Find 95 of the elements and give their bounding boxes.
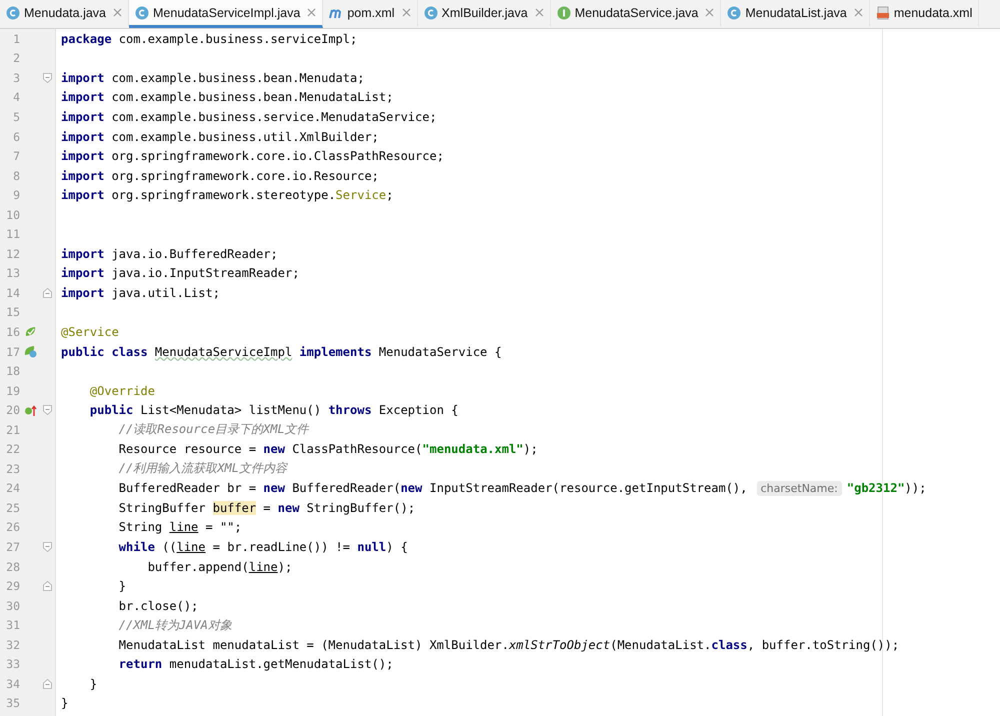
line-number: 11 bbox=[5, 227, 20, 242]
close-icon[interactable] bbox=[534, 8, 544, 17]
line-number: 8 bbox=[12, 168, 20, 183]
close-icon[interactable] bbox=[402, 8, 411, 17]
code-line: Resource resource = new ClassPathResource("menudata.xml"); bbox=[118, 442, 538, 456]
line-number: 5 bbox=[12, 110, 20, 124]
close-icon[interactable] bbox=[113, 8, 122, 17]
bean-icon[interactable] bbox=[24, 325, 36, 338]
code-line: @Service bbox=[61, 324, 119, 339]
code-line: import com.example.business.service.MenudataService; bbox=[61, 110, 437, 124]
line-number: 3 bbox=[12, 70, 20, 85]
line-number: 10 bbox=[5, 208, 20, 222]
code-line: buffer.append(line); bbox=[146, 560, 292, 574]
line-number: 7 bbox=[12, 149, 20, 164]
code-text: BufferedReader br = new BufferedReader(new InputStreamReader(resource.getInputStream(), bbox=[118, 481, 748, 496]
line-number: 20 bbox=[5, 403, 20, 418]
line-number: 6 bbox=[12, 130, 20, 144]
line-number: 28 bbox=[5, 560, 20, 574]
code-line: import com.example.business.bean.MenudataList; bbox=[61, 90, 394, 104]
code-line: public List<Menudata> listMenu() throws Exception { bbox=[88, 403, 458, 418]
editor-tab[interactable]: menudata.xml bbox=[870, 0, 980, 28]
implements-method-icon[interactable] bbox=[24, 404, 36, 417]
code-line: import org.springframework.stereotype.Service; bbox=[61, 188, 394, 202]
class-icon bbox=[424, 6, 438, 20]
code-line: import java.util.List; bbox=[61, 286, 220, 300]
line-number: 24 bbox=[5, 481, 20, 496]
maven-icon bbox=[329, 6, 344, 18]
editor-tab[interactable]: MenudataService.java bbox=[550, 0, 722, 28]
interface-icon bbox=[556, 6, 571, 20]
xml-file-icon bbox=[876, 6, 890, 20]
fold-icon[interactable] bbox=[42, 581, 52, 592]
code-line: import com.example.business.bean.Menudata; bbox=[61, 70, 364, 85]
code-line: import java.io.BufferedReader; bbox=[61, 246, 278, 261]
line-number: 22 bbox=[5, 442, 20, 456]
line-number: 31 bbox=[5, 618, 20, 632]
code-text: "gb2312")); bbox=[846, 481, 926, 496]
code-line: public class MenudataServiceImpl implements MenudataService { bbox=[61, 344, 502, 359]
code-line: MenudataList menudataList = (MenudataList) XmlBuilder.xmlStrToObject(MenudataList.class, buffer.toString()); bbox=[118, 638, 900, 652]
code-line: @Override bbox=[88, 384, 155, 398]
close-icon[interactable] bbox=[854, 8, 863, 17]
line-number: 34 bbox=[5, 676, 20, 691]
code-line: import com.example.business.util.XmlBuilder; bbox=[61, 130, 379, 144]
code-line: import org.springframework.core.io.Resource; bbox=[61, 168, 379, 183]
code-line: //利用输入流获取XML文件内容 bbox=[118, 460, 287, 478]
class-icon bbox=[727, 6, 742, 20]
line-number: 27 bbox=[5, 540, 20, 554]
line-number: 12 bbox=[5, 246, 20, 261]
editor-tab[interactable]: XmlBuilder.java bbox=[418, 0, 551, 28]
line-number: 15 bbox=[5, 305, 20, 320]
code-line: import org.springframework.core.io.ClassPathResource; bbox=[61, 149, 444, 164]
code-line: //XML转为JAVA对象 bbox=[118, 616, 232, 634]
fold-icon[interactable] bbox=[42, 678, 52, 689]
code-line: String line = ""; bbox=[118, 520, 242, 534]
editor-tab[interactable]: MenudataList.java bbox=[721, 0, 870, 28]
fold-icon[interactable] bbox=[42, 542, 52, 552]
line-number: 14 bbox=[5, 286, 20, 300]
parameter-hint: charsetName: bbox=[756, 480, 842, 496]
line-number: 23 bbox=[5, 462, 20, 476]
line-number: 33 bbox=[5, 657, 20, 672]
fold-icon[interactable] bbox=[42, 72, 52, 83]
class-icon bbox=[135, 6, 150, 20]
fold-icon[interactable] bbox=[42, 405, 52, 416]
code-line: import java.io.InputStreamReader; bbox=[61, 266, 300, 280]
line-number: 26 bbox=[5, 520, 20, 534]
line-number: 35 bbox=[5, 696, 20, 710]
code-line: br.close(); bbox=[118, 598, 198, 613]
line-number: 18 bbox=[5, 364, 20, 378]
line-number: 19 bbox=[5, 384, 20, 398]
code-line: return menudataList.getMenudataList(); bbox=[118, 657, 394, 672]
code-line: } bbox=[61, 696, 68, 710]
bean-class-icon[interactable] bbox=[24, 345, 36, 358]
line-number: 21 bbox=[5, 422, 20, 437]
fold-icon[interactable] bbox=[42, 288, 52, 298]
close-icon[interactable] bbox=[705, 8, 714, 17]
line-number: 13 bbox=[5, 266, 20, 280]
code-line: } bbox=[118, 579, 126, 594]
line-number: 2 bbox=[12, 51, 20, 66]
code-line: while ((line = br.readLine()) != null) { bbox=[118, 540, 408, 554]
line-number: 9 bbox=[12, 188, 20, 202]
code-line: } bbox=[88, 676, 98, 691]
line-number: 4 bbox=[12, 90, 20, 104]
line-number: 1 bbox=[12, 32, 20, 46]
line-number: 17 bbox=[5, 344, 20, 359]
close-icon[interactable] bbox=[307, 8, 316, 17]
editor-tab[interactable]: MenudataServiceImpl.java bbox=[129, 0, 324, 28]
line-number: 25 bbox=[5, 500, 20, 515]
code-line: package com.example.business.serviceImpl; bbox=[61, 32, 358, 46]
line-number: 16 bbox=[5, 324, 20, 339]
class-icon bbox=[6, 6, 20, 20]
code-line: //读取Resource目录下的XML文件 bbox=[118, 421, 309, 438]
line-number: 32 bbox=[5, 638, 20, 652]
code-line: StringBuffer buffer = new StringBuffer(); bbox=[118, 500, 416, 515]
editor-tab[interactable]: pom.xml bbox=[323, 0, 418, 28]
line-number: 29 bbox=[5, 579, 20, 594]
line-number: 30 bbox=[5, 598, 20, 613]
